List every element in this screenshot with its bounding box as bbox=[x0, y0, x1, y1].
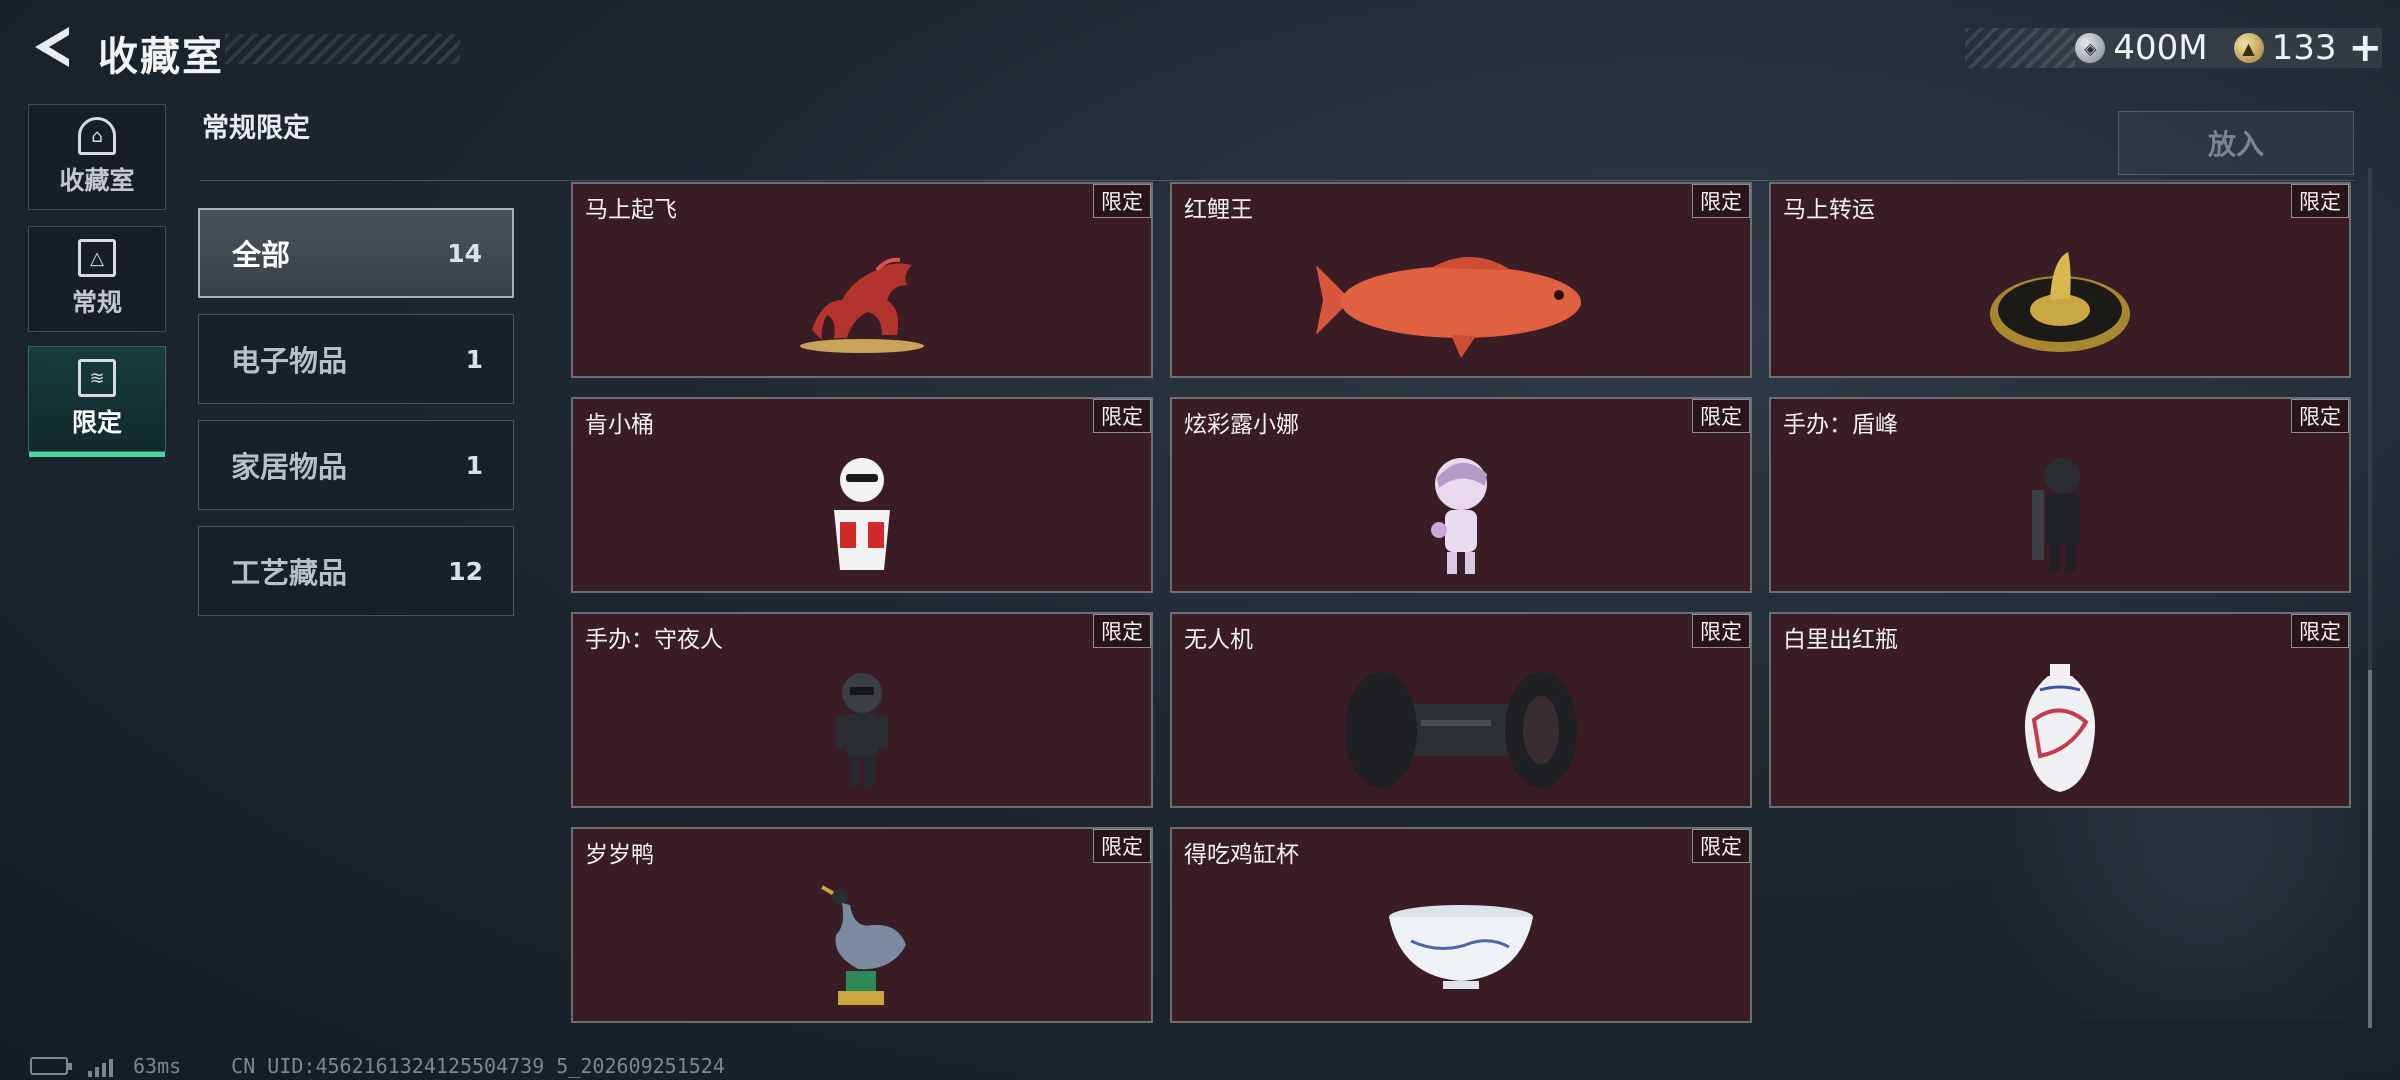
item-name: 肯小桶 bbox=[585, 412, 654, 438]
put-in-button[interactable]: 放入 bbox=[2118, 111, 2354, 175]
category-electronics[interactable]: 电子物品 1 bbox=[198, 314, 514, 404]
category-count: 12 bbox=[448, 556, 483, 586]
porcelain-vase-icon bbox=[1910, 660, 2210, 800]
add-currency-button[interactable]: + bbox=[2348, 25, 2382, 71]
currency-gold: ▲ 133 + bbox=[2233, 25, 2382, 71]
signal-icon bbox=[88, 1055, 113, 1077]
nav-item-label: 限定 bbox=[71, 408, 122, 437]
item-name: 马上转运 bbox=[1783, 197, 1875, 223]
category-all[interactable]: 全部 14 bbox=[198, 208, 514, 298]
section-divider bbox=[200, 180, 2355, 181]
ping-value: 63ms bbox=[133, 1054, 182, 1078]
limited-tag: 限定 bbox=[1692, 829, 1750, 863]
currency-decoration bbox=[1965, 28, 2076, 68]
item-card[interactable]: 白里出红瓶 限定 bbox=[1769, 612, 2351, 808]
item-name: 红鲤王 bbox=[1184, 197, 1253, 223]
category-label: 全部 bbox=[232, 238, 291, 272]
header: 收藏室 ◈ 400M ▲ 133 + bbox=[0, 0, 2400, 100]
category-count: 14 bbox=[447, 238, 482, 268]
item-card[interactable]: 无人机 限定 bbox=[1170, 612, 1752, 808]
category-crafts[interactable]: 工艺藏品 12 bbox=[198, 526, 514, 616]
nav-item-regular[interactable]: △ 常规 bbox=[28, 226, 166, 332]
limited-tag: 限定 bbox=[1093, 829, 1151, 863]
back-button[interactable] bbox=[26, 22, 76, 72]
category-label: 工艺藏品 bbox=[231, 556, 348, 590]
item-card[interactable]: 岁岁鸭 限定 bbox=[571, 827, 1153, 1023]
limited-tag: 限定 bbox=[2291, 399, 2349, 433]
horse-statue-icon bbox=[712, 230, 1012, 370]
scrollbar-thumb[interactable] bbox=[2368, 670, 2372, 1028]
limited-tag: 限定 bbox=[1692, 184, 1750, 218]
armored-figure-icon bbox=[1910, 445, 2210, 585]
gold-coin-icon: ▲ bbox=[2233, 33, 2264, 63]
limited-tag: 限定 bbox=[2291, 614, 2349, 648]
limited-tag: 限定 bbox=[1692, 399, 1750, 433]
item-name: 手办：守夜人 bbox=[585, 627, 723, 653]
category-count: 1 bbox=[465, 344, 483, 374]
nav-item-label: 收藏室 bbox=[59, 166, 135, 195]
nav-item-collection[interactable]: ⌂ 收藏室 bbox=[28, 104, 166, 210]
item-card[interactable]: 手办：守夜人 限定 bbox=[571, 612, 1153, 808]
category-label: 电子物品 bbox=[231, 344, 348, 378]
limited-tag: 限定 bbox=[1692, 614, 1750, 648]
item-name: 手办：盾峰 bbox=[1783, 412, 1898, 438]
item-name: 无人机 bbox=[1184, 627, 1253, 653]
lucky-medallion-icon bbox=[1910, 230, 2210, 370]
item-card[interactable]: 马上转运 限定 bbox=[1769, 182, 2351, 378]
limited-tag: 限定 bbox=[1093, 399, 1151, 433]
page-title: 收藏室 bbox=[98, 34, 224, 80]
pink-figure-icon bbox=[1311, 445, 1611, 585]
uid-text: CN UID:4562161324125504739 5_20260925152… bbox=[231, 1054, 725, 1078]
porcelain-cup-icon bbox=[1311, 875, 1611, 1015]
item-card[interactable]: 炫彩露小娜 限定 bbox=[1170, 397, 1752, 593]
drone-icon bbox=[1311, 660, 1611, 800]
currency-bar: ◈ 400M ▲ 133 + bbox=[1965, 25, 2382, 71]
bucket-figure-icon bbox=[712, 445, 1012, 585]
item-name: 马上起飞 bbox=[585, 197, 677, 223]
item-card[interactable]: 肯小桶 限定 bbox=[571, 397, 1153, 593]
title-decoration bbox=[225, 34, 460, 64]
back-arrow-icon bbox=[35, 27, 69, 67]
currency-silver-value: 400M bbox=[2113, 28, 2208, 68]
item-card[interactable]: 手办：盾峰 限定 bbox=[1769, 397, 2351, 593]
limited-icon: ≋ bbox=[78, 359, 116, 397]
section-title: 常规限定 bbox=[202, 113, 310, 144]
item-card[interactable]: 马上起飞 限定 bbox=[571, 182, 1153, 378]
item-card[interactable]: 得吃鸡缸杯 限定 bbox=[1170, 827, 1752, 1023]
currency-silver: ◈ 400M bbox=[2075, 28, 2208, 68]
currency-gold-value: 133 bbox=[2271, 28, 2337, 68]
status-bar: 63ms CN UID:4562161324125504739 5_202609… bbox=[30, 1054, 725, 1078]
carp-fish-icon bbox=[1311, 230, 1611, 370]
category-household[interactable]: 家居物品 1 bbox=[198, 420, 514, 510]
duck-statue-icon bbox=[712, 875, 1012, 1015]
item-name: 炫彩露小娜 bbox=[1184, 412, 1299, 438]
limited-tag: 限定 bbox=[1093, 184, 1151, 218]
limited-tag: 限定 bbox=[2291, 184, 2349, 218]
item-name: 岁岁鸭 bbox=[585, 842, 654, 868]
item-card[interactable]: 红鲤王 限定 bbox=[1170, 182, 1752, 378]
item-name: 白里出红瓶 bbox=[1783, 627, 1898, 653]
category-count: 1 bbox=[465, 450, 483, 480]
regular-icon: △ bbox=[78, 239, 116, 277]
nav-item-label: 常规 bbox=[71, 288, 122, 317]
item-name: 得吃鸡缸杯 bbox=[1184, 842, 1299, 868]
category-label: 家居物品 bbox=[231, 450, 348, 484]
collection-icon: ⌂ bbox=[78, 117, 116, 155]
night-watch-figure-icon bbox=[712, 660, 1012, 800]
limited-tag: 限定 bbox=[1093, 614, 1151, 648]
nav-item-limited[interactable]: ≋ 限定 bbox=[28, 346, 166, 457]
battery-icon bbox=[30, 1057, 72, 1075]
silver-coin-icon: ◈ bbox=[2075, 33, 2106, 63]
